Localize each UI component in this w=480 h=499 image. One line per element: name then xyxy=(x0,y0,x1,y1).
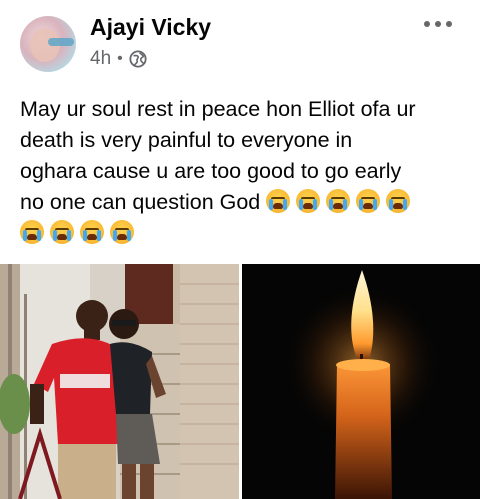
couple-illustration xyxy=(0,264,239,499)
crying-face-icon xyxy=(356,189,381,213)
more-options-button[interactable] xyxy=(424,18,452,30)
post-meta: 4h • xyxy=(90,48,147,70)
crying-face-icon xyxy=(20,220,44,244)
post-photos xyxy=(0,264,480,499)
avatar-glasses xyxy=(48,38,74,46)
author-avatar[interactable] xyxy=(20,16,76,72)
crying-face-icon xyxy=(110,220,134,244)
crying-face-icon xyxy=(50,220,74,244)
photo-couple[interactable] xyxy=(0,264,239,499)
post-text-line: no one can question God xyxy=(20,190,261,214)
crying-face-icon xyxy=(266,189,291,213)
meta-separator: • xyxy=(117,50,123,67)
more-dot-icon xyxy=(424,21,430,27)
crying-face-icon xyxy=(296,189,321,213)
post-text-line: oghara cause u are too good to go early xyxy=(20,159,402,183)
post-text-line: death is very painful to everyone in xyxy=(20,128,353,152)
post-time[interactable]: 4h xyxy=(90,48,111,70)
post-text: May ur soul rest in peace hon Elliot ofa… xyxy=(20,94,465,249)
photo-candle[interactable] xyxy=(242,264,480,499)
post-text-line-with-emoji: no one can question God xyxy=(20,187,465,218)
post-text-line: May ur soul rest in peace hon Elliot ofa… xyxy=(20,97,416,121)
author-name[interactable]: Ajayi Vicky xyxy=(90,14,211,41)
more-dot-icon xyxy=(446,21,452,27)
crying-face-icon xyxy=(386,189,411,213)
more-dot-icon xyxy=(435,21,441,27)
crying-face-icon xyxy=(326,189,351,213)
globe-icon[interactable] xyxy=(129,50,147,68)
candle-illustration xyxy=(242,264,480,499)
crying-face-icon xyxy=(80,220,104,244)
emoji-line xyxy=(20,218,465,249)
